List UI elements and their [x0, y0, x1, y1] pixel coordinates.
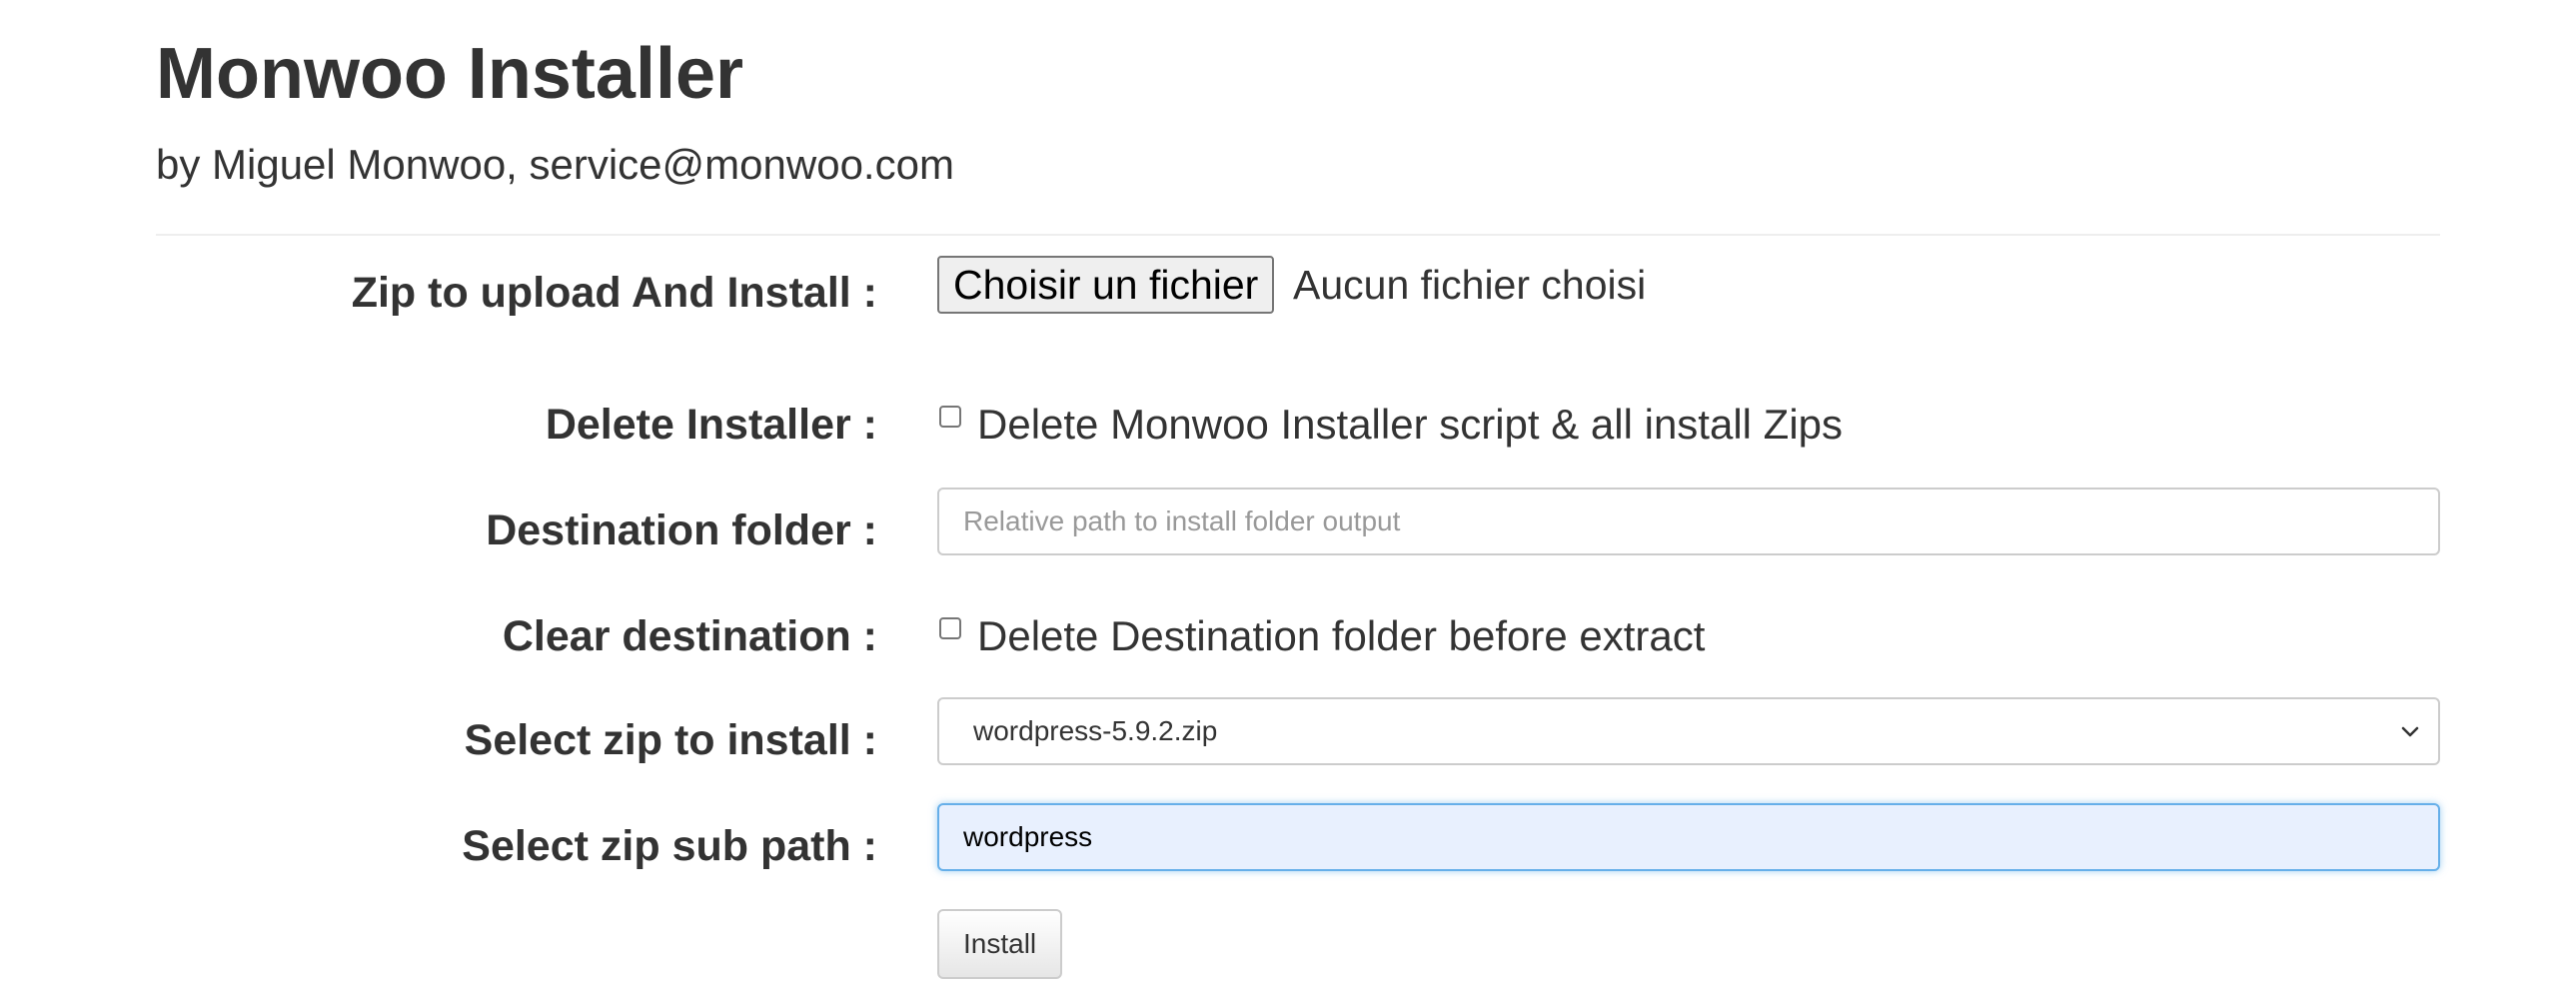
page-subtitle: by Miguel Monwoo, service@monwoo.com — [156, 141, 954, 188]
zip-sub-path-input[interactable]: wordpress — [937, 803, 2440, 871]
file-status-text: Aucun fichier choisi — [1293, 262, 1647, 308]
zip-upload-label: Zip to upload And Install : — [351, 269, 877, 317]
destination-folder-input[interactable]: Relative path to install folder output — [937, 488, 2440, 555]
choose-file-button[interactable]: Choisir un fichier — [937, 256, 1275, 314]
delete-installer-checkbox-label[interactable]: Delete Monwoo Installer script & all ins… — [977, 400, 1843, 450]
clear-destination-checkbox[interactable] — [939, 617, 961, 639]
zip-select[interactable]: wordpress-5.9.2.zip — [937, 697, 2440, 765]
chevron-down-icon — [2401, 726, 2419, 737]
delete-installer-checkbox[interactable] — [939, 406, 961, 428]
clear-destination-label: Clear destination : — [502, 612, 877, 660]
zip-sub-path-label: Select zip sub path : — [462, 822, 877, 870]
zip-select-value: wordpress-5.9.2.zip — [973, 715, 1218, 746]
install-button[interactable]: Install — [937, 909, 1063, 979]
header-divider — [156, 234, 2440, 236]
page-title: Monwoo Installer — [156, 34, 744, 114]
delete-installer-label: Delete Installer : — [545, 401, 877, 449]
select-zip-label: Select zip to install : — [464, 716, 877, 764]
destination-folder-label: Destination folder : — [486, 506, 877, 554]
clear-destination-checkbox-label[interactable]: Delete Destination folder before extract — [977, 611, 1705, 661]
